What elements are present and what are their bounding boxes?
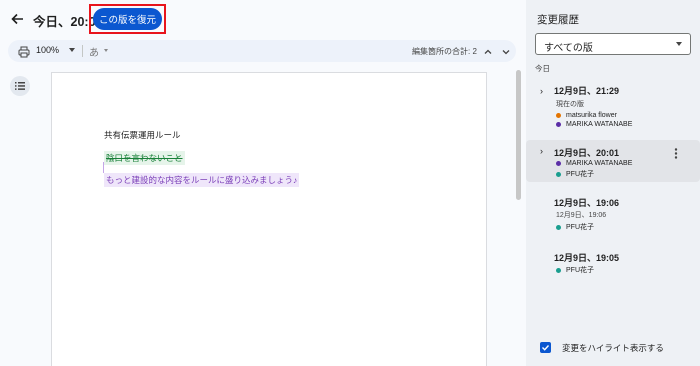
document-scrollbar[interactable] — [516, 70, 521, 200]
version-date: 12月9日、19:06 — [554, 198, 620, 208]
document-page[interactable]: 共有伝票運用ルール 陰口を言わないこと もっと建設的な内容をルールに盛り込みまし… — [51, 72, 487, 366]
version-item[interactable]: 12月9日、19:05 PFU花子 — [526, 251, 700, 281]
version-user: matsurika flower — [556, 112, 617, 119]
user-color-dot — [556, 224, 561, 230]
version-date: 12月9日、21:29 — [554, 86, 620, 96]
version-user: MARIKA WATANABE — [556, 160, 632, 167]
previous-edit-chevron-up-icon[interactable] — [482, 45, 494, 57]
user-color-dot — [556, 113, 561, 118]
filter-caret-icon — [676, 42, 682, 46]
expand-chevron-icon[interactable]: › — [540, 146, 543, 156]
back-arrow-icon[interactable] — [8, 10, 26, 28]
user-name: PFU花子 — [566, 267, 594, 274]
restore-version-button[interactable]: この版を復元 — [93, 8, 162, 30]
version-subtitle: 現在の版 — [556, 101, 584, 108]
user-color-dot — [556, 161, 561, 166]
version-item[interactable]: 12月9日、19:06 12月9日、19:06 PFU花子 — [526, 196, 700, 238]
outline-list-icon[interactable] — [10, 76, 30, 96]
user-name: matsurika flower — [566, 112, 617, 119]
version-date: 12月9日、19:05 — [554, 253, 620, 263]
text-cursor — [103, 162, 104, 173]
added-text: もっと建設的な内容をルールに盛り込みましょう♪ — [104, 173, 300, 187]
user-name: MARIKA WATANABE — [566, 121, 633, 128]
print-icon[interactable] — [18, 45, 30, 58]
version-history-panel: 変更履歴 すべての版 今日 › 12月9日、21:29 現在の版 matsuri… — [526, 0, 700, 366]
toolbar-divider — [82, 45, 83, 57]
input-method-select[interactable]: あ — [89, 44, 99, 59]
panel-title: 変更履歴 — [537, 14, 579, 26]
toolbar: 100% あ 編集箇所の合計: 2 — [8, 40, 516, 62]
expand-chevron-icon[interactable]: › — [540, 86, 543, 96]
edit-count: 編集箇所の合計: 2 — [412, 47, 477, 56]
user-color-dot — [556, 122, 561, 127]
version-user: MARIKA WATANABE — [556, 121, 632, 128]
highlight-changes-checkbox[interactable] — [540, 342, 551, 353]
top-bar: 今日、20:01 この版を復元 — [0, 0, 526, 38]
user-color-dot — [556, 171, 561, 177]
zoom-select[interactable]: 100% — [36, 45, 59, 55]
deleted-text: 陰口を言わないこと — [104, 151, 185, 165]
version-item-selected[interactable]: › 12月9日、20:01 MARIKA WATANABE PFU花子 — [526, 140, 700, 182]
zoom-caret-icon[interactable] — [69, 48, 75, 52]
version-user: PFU花子 — [556, 222, 594, 232]
version-subtitle: 12月9日、19:06 — [556, 212, 607, 219]
version-history-view: 今日、20:01 この版を復元 100% あ 編集箇所の合計: 2 共有伝票運用… — [0, 0, 700, 366]
ime-caret-icon[interactable] — [104, 49, 108, 52]
version-date: 12月9日、20:01 — [554, 148, 620, 158]
highlight-annotation-box: この版を復元 — [89, 4, 166, 34]
user-name: PFU花子 — [566, 171, 594, 178]
document-heading: 共有伝票運用ルール — [104, 130, 181, 140]
more-options-icon[interactable] — [674, 146, 680, 159]
date-group-label: 今日 — [535, 64, 550, 73]
version-user: PFU花子 — [556, 169, 594, 179]
next-edit-chevron-down-icon[interactable] — [500, 45, 512, 57]
version-item[interactable]: › 12月9日、21:29 現在の版 matsurika flower MARI… — [526, 82, 700, 132]
user-color-dot — [556, 267, 561, 273]
filter-value: すべての版 — [544, 43, 593, 54]
user-name: PFU花子 — [566, 224, 594, 231]
version-filter-select[interactable]: すべての版 — [535, 33, 691, 55]
version-user: PFU花子 — [556, 265, 594, 275]
user-name: MARIKA WATANABE — [566, 160, 633, 167]
highlight-changes-label[interactable]: 変更をハイライト表示する — [562, 342, 664, 354]
